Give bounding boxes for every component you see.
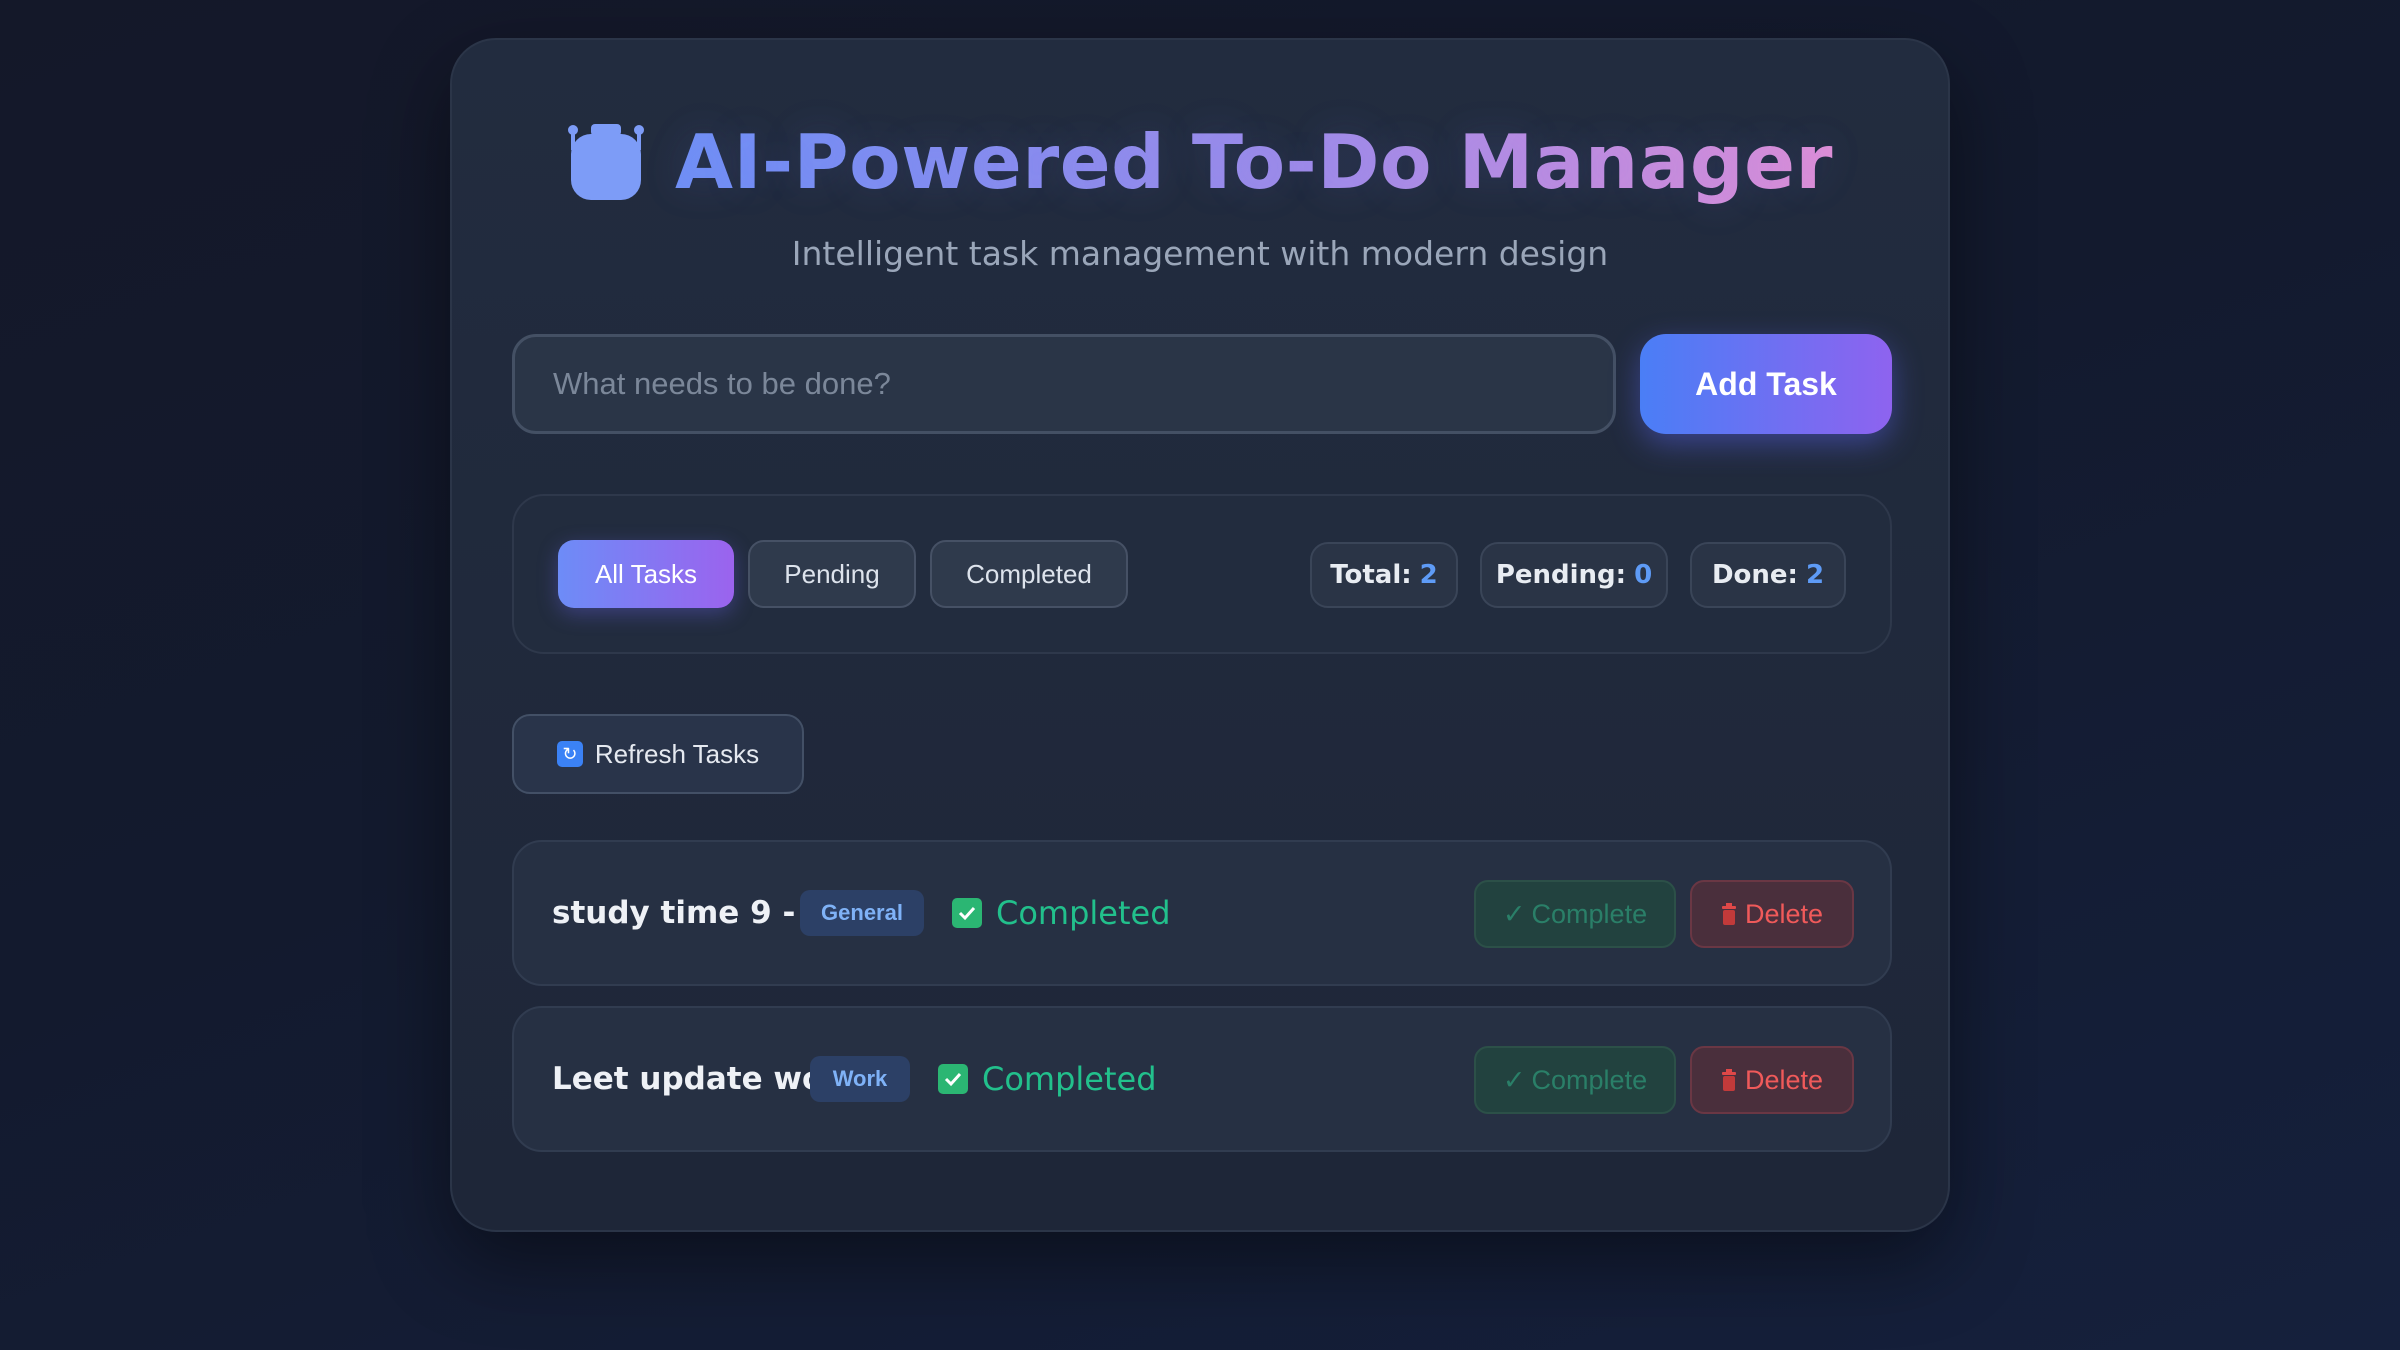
filter-bar: All Tasks Pending Completed Total: 2 Pen…	[512, 494, 1892, 654]
check-icon: ✓	[1502, 898, 1526, 929]
robot-icon	[567, 120, 645, 204]
checkmark-icon	[952, 898, 982, 928]
refresh-tasks-button[interactable]: ↻ Refresh Tasks	[512, 714, 804, 794]
page-title: AI-Powered To-Do Manager	[675, 118, 1833, 206]
stat-pending: Pending: 0	[1480, 542, 1668, 608]
task-status: Completed	[952, 842, 1171, 984]
check-icon: ✓	[1502, 1064, 1526, 1095]
task-category-tag: General	[800, 890, 924, 936]
stat-total: Total: 2	[1310, 542, 1458, 608]
stat-done: Done: 2	[1690, 542, 1846, 608]
page-subtitle: Intelligent task management with modern …	[791, 234, 1609, 273]
title-row: AI-Powered To-Do Manager	[452, 112, 1948, 212]
delete-button[interactable]: Delete	[1690, 880, 1854, 948]
task-status-label: Completed	[982, 1060, 1157, 1098]
task-item: Leet update work Work Completed ✓ Comple…	[512, 1006, 1892, 1152]
todo-card: AI-Powered To-Do Manager Intelligent tas…	[450, 38, 1950, 1232]
delete-label: Delete	[1744, 1064, 1824, 1095]
complete-button[interactable]: ✓ Complete	[1474, 880, 1676, 948]
complete-button[interactable]: ✓ Complete	[1474, 1046, 1676, 1114]
new-task-input[interactable]	[512, 334, 1616, 434]
refresh-icon: ↻	[556, 741, 583, 767]
delete-button[interactable]: Delete	[1690, 1046, 1854, 1114]
task-status: Completed	[938, 1008, 1157, 1150]
stat-pending-value: 0	[1634, 560, 1653, 590]
complete-label: Complete	[1531, 898, 1648, 929]
trash-icon	[1721, 903, 1737, 925]
stat-total-value: 2	[1419, 560, 1438, 590]
stat-done-value: 2	[1805, 560, 1825, 590]
stat-total-label: Total:	[1330, 560, 1412, 590]
task-status-label: Completed	[996, 894, 1171, 932]
add-task-button[interactable]: Add Task	[1640, 334, 1892, 434]
filter-pending[interactable]: Pending	[748, 540, 916, 608]
filter-completed[interactable]: Completed	[930, 540, 1128, 608]
new-task-row: Add Task	[512, 334, 1892, 434]
task-category-tag: Work	[810, 1056, 910, 1102]
stat-pending-label: Pending:	[1495, 560, 1627, 590]
checkmark-icon	[938, 1064, 968, 1094]
task-item: study time 9 - 10 General Completed ✓ Co…	[512, 840, 1892, 986]
refresh-label: Refresh Tasks	[594, 738, 760, 769]
filter-all-tasks[interactable]: All Tasks	[558, 540, 734, 608]
delete-label: Delete	[1744, 898, 1824, 929]
stat-done-label: Done:	[1711, 560, 1798, 590]
header: AI-Powered To-Do Manager Intelligent tas…	[452, 112, 1948, 273]
trash-icon	[1721, 1069, 1737, 1091]
complete-label: Complete	[1531, 1064, 1648, 1095]
